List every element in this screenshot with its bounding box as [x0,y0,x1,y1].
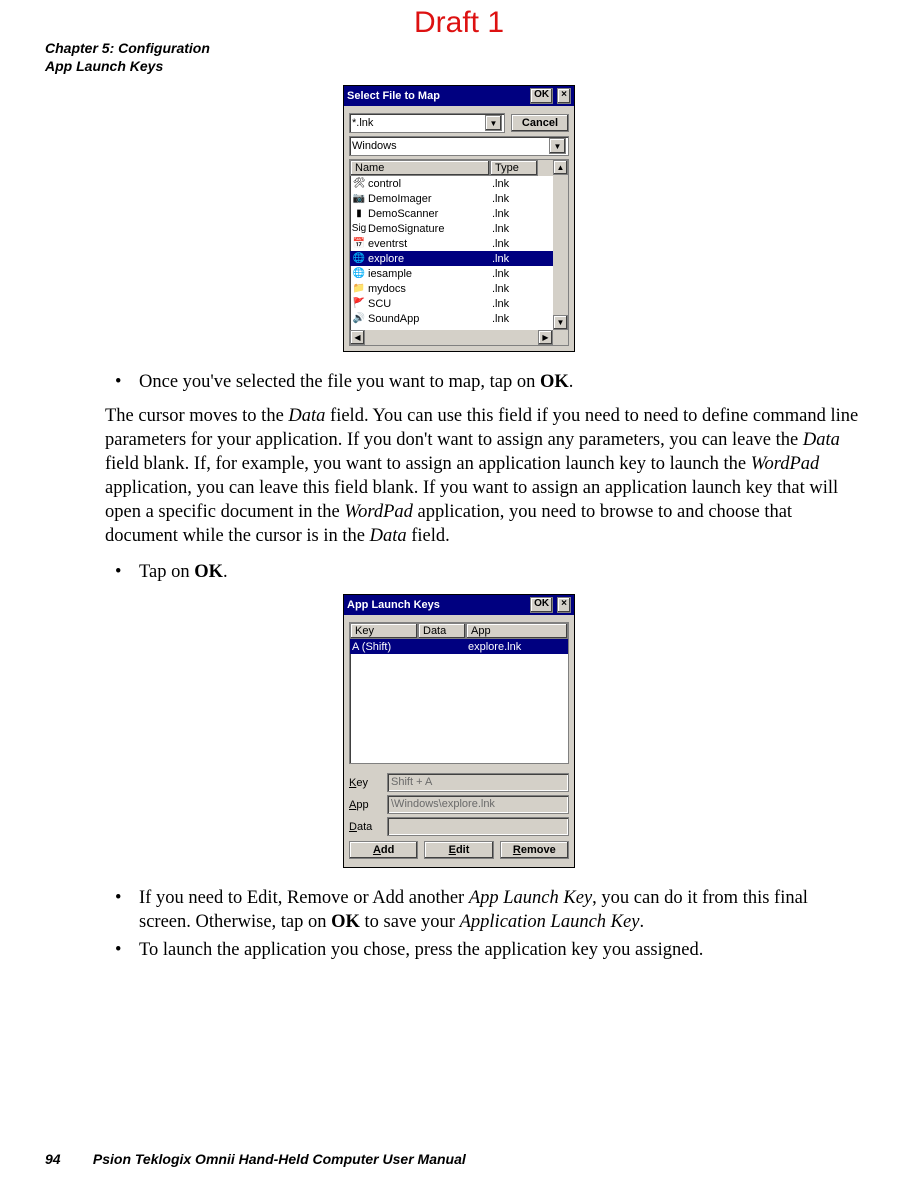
dialog-title: App Launch Keys [347,599,526,611]
control-panel-icon: 🛠 [352,178,366,190]
scroll-down-icon[interactable]: ▼ [553,315,568,330]
list-item[interactable]: 🌐iesample .lnk [350,266,568,281]
key-field: Shift + A [387,773,569,792]
list-item[interactable]: 📅eventrst .lnk [350,236,568,251]
list-item[interactable]: SigDemoSignature .lnk [350,221,568,236]
file-type: .lnk [492,193,540,205]
bullet-item: Once you've selected the file you want t… [105,370,863,394]
bullet-item: Tap on OK. [105,560,863,584]
file-name: DemoScanner [368,208,438,220]
file-listview[interactable]: Name Type 🛠control.lnk📷DemoImager.lnk▮De… [349,159,569,346]
draft-watermark: Draft 1 [0,6,918,40]
page-number: 94 [45,1151,89,1167]
file-name: SCU [368,298,391,310]
scroll-up-icon[interactable]: ▲ [553,160,568,175]
page-footer: 94 Psion Teklogix Omnii Hand-Held Comput… [45,1151,466,1167]
chevron-down-icon[interactable]: ▼ [549,138,566,154]
select-file-dialog: Select File to Map OK × *.lnk ▼ Cancel W… [343,85,575,352]
title-bar: Select File to Map OK × [344,86,574,106]
app-label: App [349,799,381,811]
cell-app: explore.lnk [468,641,566,653]
col-name[interactable]: Name [350,160,490,176]
chapter-label: Chapter 5: Configuration [45,40,873,58]
ie-icon: 🌐 [352,253,366,265]
ok-button[interactable]: OK [530,88,553,104]
file-name: mydocs [368,283,406,295]
speaker-icon: 🔊 [352,313,366,325]
data-label: Data [349,821,381,833]
footer-title: Psion Teklogix Omnii Hand-Held Computer … [93,1151,466,1167]
file-type: .lnk [492,283,540,295]
col-type[interactable]: Type [490,160,538,176]
chevron-down-icon[interactable]: ▼ [485,115,502,131]
dialog-title: Select File to Map [347,90,526,102]
file-type: .lnk [492,178,540,190]
barcode-icon: ▮ [352,208,366,220]
file-name: DemoSignature [368,223,444,235]
close-button[interactable]: × [557,88,571,104]
file-type: .lnk [492,238,540,250]
scroll-corner [553,330,568,345]
key-label: Key [349,777,381,789]
scroll-right-icon[interactable]: ▶ [538,330,553,345]
list-item[interactable]: 📁mydocs .lnk [350,281,568,296]
folder-icon: 📁 [352,283,366,295]
list-item[interactable]: 🛠control .lnk [350,176,568,191]
file-type: .lnk [492,208,540,220]
file-type: .lnk [492,313,540,325]
body-paragraph: The cursor moves to the Data field. You … [105,404,863,548]
folder-value: Windows [352,140,397,152]
signature-icon: Sig [352,223,366,235]
camera-icon: 📷 [352,193,366,205]
cancel-button[interactable]: Cancel [511,114,569,132]
list-item[interactable]: ▮DemoScanner .lnk [350,206,568,221]
bullet-item: If you need to Edit, Remove or Add anoth… [105,886,863,934]
calendar-icon: 📅 [352,238,366,250]
file-name: DemoImager [368,193,432,205]
cell-key: A (Shift) [352,641,420,653]
remove-button[interactable]: Remove [500,841,569,859]
scrollbar-vertical[interactable]: ▲ ▼ [553,160,568,330]
file-type: .lnk [492,253,540,265]
file-filter-value: *.lnk [352,117,373,129]
title-bar: App Launch Keys OK × [344,595,574,615]
keys-listview[interactable]: Key Data App A (Shift) explore.lnk [349,622,569,764]
scroll-left-icon[interactable]: ◀ [350,330,365,345]
folder-combo[interactable]: Windows ▼ [349,136,569,156]
ie-icon: 🌐 [352,268,366,280]
app-field: \Windows\explore.lnk [387,795,569,814]
ok-button[interactable]: OK [530,597,553,613]
edit-button[interactable]: Edit [424,841,493,859]
file-name: iesample [368,268,412,280]
col-data[interactable]: Data [418,623,466,639]
add-button[interactable]: Add [349,841,418,859]
close-button[interactable]: × [557,597,571,613]
section-label: App Launch Keys [45,58,873,76]
file-name: explore [368,253,404,265]
file-name: control [368,178,401,190]
file-type: .lnk [492,298,540,310]
data-field [387,817,569,836]
file-type: .lnk [492,268,540,280]
list-item[interactable]: 🌐explore .lnk [350,251,568,266]
file-name: eventrst [368,238,407,250]
file-filter-combo[interactable]: *.lnk ▼ [349,113,505,133]
scrollbar-horizontal[interactable]: ◀ ▶ [350,330,553,345]
col-app[interactable]: App [466,623,568,639]
table-row[interactable]: A (Shift) explore.lnk [350,639,568,654]
bullet-item: To launch the application you chose, pre… [105,938,863,962]
list-item[interactable]: 🔊SoundApp .lnk [350,311,568,326]
app-launch-keys-dialog: App Launch Keys OK × Key Data App A (Shi… [343,594,575,868]
list-item[interactable]: 🚩SCU .lnk [350,296,568,311]
flag-icon: 🚩 [352,298,366,310]
page-header: Chapter 5: Configuration App Launch Keys [45,40,873,75]
file-type: .lnk [492,223,540,235]
list-item[interactable]: 📷DemoImager .lnk [350,191,568,206]
col-key[interactable]: Key [350,623,418,639]
file-name: SoundApp [368,313,419,325]
